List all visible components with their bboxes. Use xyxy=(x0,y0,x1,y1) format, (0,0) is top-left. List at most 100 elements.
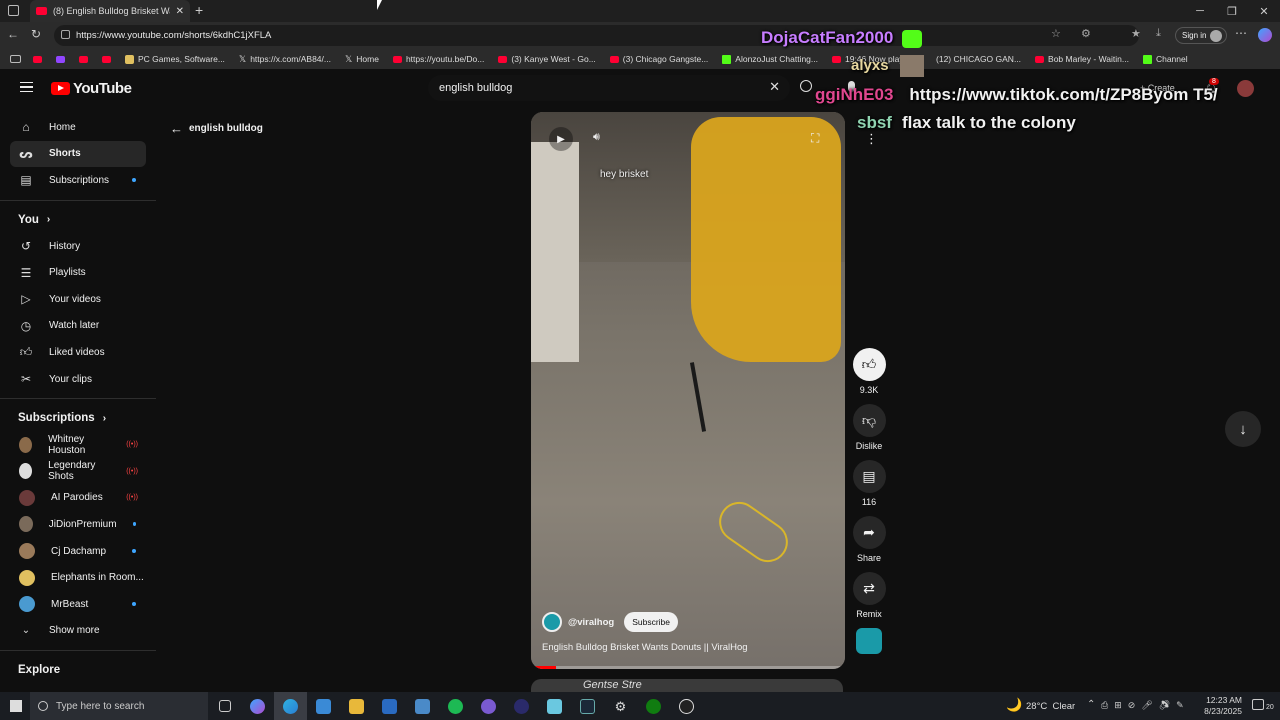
sidebar-sub-whitney-houston[interactable]: Whitney Houston ((•)) xyxy=(10,431,146,458)
clock[interactable]: 12:23 AM 8/23/2025 xyxy=(1200,695,1242,717)
app-icon[interactable] xyxy=(505,692,538,720)
play-icon[interactable]: ▶ xyxy=(549,127,573,151)
windows-start-icon[interactable] xyxy=(10,700,22,712)
new-tab-icon[interactable]: + xyxy=(195,2,203,18)
bookmark-item[interactable]: Bob Marley - Waitin... xyxy=(1035,54,1129,64)
sidebar-item-your-clips[interactable]: ✂ Your clips xyxy=(10,366,146,393)
sidebar-item-home[interactable]: ⌂ Home xyxy=(10,114,146,141)
short-video-player[interactable]: ▶ 🔊︎ ⛶ hey brisket @viralhog Subscribe E… xyxy=(531,112,845,669)
subscribe-button[interactable]: Subscribe xyxy=(624,612,679,632)
more-menu-icon[interactable]: ⋯ xyxy=(1235,26,1247,40)
next-short-arrow-icon[interactable]: ↓ xyxy=(1225,411,1261,447)
like-button[interactable]: 👍︎ 9.3K xyxy=(850,348,888,395)
sound-button[interactable] xyxy=(850,628,888,654)
channel-handle[interactable]: @viralhog xyxy=(568,617,614,628)
remix-button[interactable]: ⇄ Remix xyxy=(850,572,888,619)
back-icon[interactable]: ← xyxy=(7,27,19,41)
downloads-icon[interactable]: ⤓ xyxy=(1156,27,1161,40)
more-options-icon[interactable]: ⋮ xyxy=(865,131,878,147)
sidebar-sub-legendary-shots[interactable]: Legendary Shots ((•)) xyxy=(10,458,146,485)
sidebar-item-history[interactable]: ↺ History xyxy=(10,233,146,260)
store-app-icon[interactable] xyxy=(307,692,340,720)
sidebar-sub-jidionpremium[interactable]: JiDionPremium xyxy=(10,511,146,538)
sidebar-item-your-videos[interactable]: ▷ Your videos xyxy=(10,286,146,313)
weather-text[interactable]: 28°C Clear xyxy=(1026,701,1075,712)
close-window-icon[interactable]: ✕ xyxy=(1248,0,1280,22)
notepad-icon[interactable] xyxy=(538,692,571,720)
file-explorer-icon[interactable] xyxy=(340,692,373,720)
bookmark-item[interactable]: (3) Kanye West - Go... xyxy=(498,54,596,64)
site-info-icon[interactable] xyxy=(61,30,70,39)
clear-search-icon[interactable]: ✕ xyxy=(769,79,780,95)
close-tab-icon[interactable]: ✕ xyxy=(176,6,184,17)
youtube-logo[interactable]: YouTube xyxy=(51,80,132,97)
bookmark-item[interactable]: (3) Chicago Gangste... xyxy=(609,54,708,64)
sign-in-button[interactable]: Sign in xyxy=(1175,27,1227,44)
sidebar-item-playlists[interactable]: ☰ Playlists xyxy=(10,259,146,286)
copilot-app-icon[interactable] xyxy=(241,692,274,720)
edge-app-icon[interactable] xyxy=(274,692,307,720)
sidebar-sub-ai-parodies[interactable]: AI Parodies ((•)) xyxy=(10,485,146,512)
refresh-icon[interactable]: ↻ xyxy=(31,27,41,41)
channel-avatar[interactable] xyxy=(542,612,562,632)
sidebar-subscriptions-header[interactable]: Subscriptions › xyxy=(0,405,156,431)
sidebar-sub-mrbeast[interactable]: MrBeast xyxy=(10,591,146,618)
chat-line-1: alyxs xyxy=(851,57,889,74)
spotify-icon[interactable] xyxy=(439,692,472,720)
bookmark-item[interactable]: AlonzoJust Chatting... xyxy=(722,54,818,64)
discord-icon[interactable] xyxy=(472,692,505,720)
minimize-icon[interactable]: ─ xyxy=(1184,0,1216,22)
comments-button[interactable]: ▤ 116 xyxy=(850,460,888,507)
favorites-icon[interactable]: ★ xyxy=(1131,27,1141,40)
next-short-preview[interactable]: Gentse Stre xyxy=(531,679,843,692)
obs-icon[interactable] xyxy=(670,692,703,720)
bookmark-item[interactable]: 𝕏https://x.com/AB84/... xyxy=(239,54,331,65)
url-field[interactable]: https://www.youtube.com/shorts/6kdhC1jXF… xyxy=(54,25,1139,46)
sidebar-you-header[interactable]: You › xyxy=(0,207,156,233)
browser-tab[interactable]: (8) English Bulldog Brisket Wants ✕ xyxy=(30,0,190,22)
bookmark-yt-2[interactable] xyxy=(79,55,88,63)
bookmark-yt-3[interactable] xyxy=(102,55,111,63)
copilot-icon[interactable] xyxy=(1258,28,1272,42)
bookmark-yt-1[interactable] xyxy=(33,55,42,63)
tray-chevron-icon[interactable]: ⌃ xyxy=(1087,699,1095,710)
sidebar-item-liked-videos[interactable]: 👍︎ Liked videos xyxy=(10,339,146,366)
sidebar-item-shorts[interactable]: ᔕ Shorts xyxy=(10,140,146,168)
sidebar-item-watch-later[interactable]: ◷ Watch later xyxy=(10,313,146,340)
bookmark-item[interactable]: https://youtu.be/Do... xyxy=(392,54,484,64)
back-to-search[interactable]: ← english bulldog xyxy=(170,121,263,136)
notification-center-icon[interactable] xyxy=(1252,699,1264,710)
share-button[interactable]: ➦ Share xyxy=(850,516,888,563)
volume-icon[interactable]: 🔊︎ xyxy=(593,131,600,144)
favorite-star-icon[interactable]: ☆ xyxy=(1051,27,1061,40)
xbox-icon[interactable] xyxy=(637,692,670,720)
account-avatar[interactable] xyxy=(1237,80,1254,97)
settings-gear-icon[interactable]: ⚙ xyxy=(604,692,637,720)
bookmark-item[interactable]: PC Games, Software... xyxy=(125,54,225,64)
bookmark-item[interactable]: Channel xyxy=(1142,54,1188,64)
tray-icons[interactable]: ⎙⊞⊘🎤︎🔊︎✎ xyxy=(1101,700,1190,711)
search-icon[interactable] xyxy=(800,80,812,92)
hamburger-menu-icon[interactable] xyxy=(20,82,33,92)
sidebar-sub-cj-dachamp[interactable]: Cj Dachamp xyxy=(10,538,146,565)
task-view-icon[interactable] xyxy=(208,692,241,720)
short-title[interactable]: English Bulldog Brisket Wants Donuts || … xyxy=(542,642,842,653)
sidebar-sub-elephants[interactable]: Elephants in Room... xyxy=(10,564,146,591)
extensions-icon[interactable]: ⚙ xyxy=(1081,27,1091,40)
sidebar-item-subscriptions[interactable]: ▤ Subscriptions xyxy=(10,167,146,194)
progress-bar[interactable] xyxy=(531,666,845,669)
maximize-icon[interactable]: ❐ xyxy=(1216,0,1248,22)
bookmark-folder-icon[interactable] xyxy=(10,55,21,63)
bookmark-item[interactable]: 𝕏 Home xyxy=(345,54,379,65)
steam-icon[interactable] xyxy=(571,692,604,720)
bookmark-item[interactable]: (12) CHICAGO GAN... xyxy=(936,54,1021,64)
dislike-button[interactable]: 👎︎ Dislike xyxy=(850,404,888,451)
outlook-icon[interactable] xyxy=(373,692,406,720)
calculator-app-icon[interactable] xyxy=(406,692,439,720)
sidebar-show-more[interactable]: ⌄ Show more xyxy=(10,618,146,645)
fullscreen-icon[interactable]: ⛶ xyxy=(811,131,819,146)
search-input[interactable]: english bulldog ✕ xyxy=(428,75,790,101)
bookmark-twitch[interactable] xyxy=(56,55,65,63)
taskbar-search-input[interactable]: Type here to search xyxy=(30,692,208,720)
window-menu-icon[interactable] xyxy=(8,5,19,16)
